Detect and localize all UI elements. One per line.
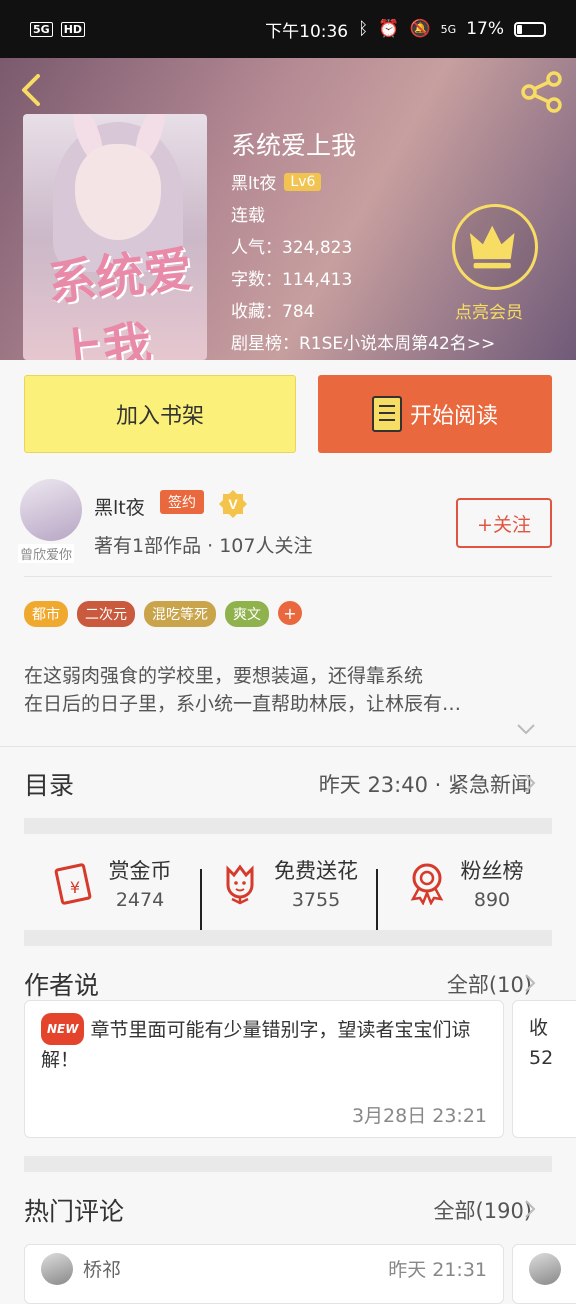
stat-value: 890 <box>473 889 511 911</box>
flower-icon <box>226 864 254 905</box>
alarm-icon: ⏰ <box>378 19 400 39</box>
back-arrow-icon[interactable] <box>16 74 48 106</box>
new-badge: NEW <box>41 1013 85 1045</box>
status-bar: 5G HD 下午10:36 ᛒ ⏰ 🔕 5G 17% <box>0 0 576 58</box>
book-author-row: 黑lt夜 Lv6 <box>231 169 322 194</box>
author-post-body: NEW 章节里面可能有少量错别字，望读者宝宝们谅解！ <box>41 1013 487 1075</box>
share-icon[interactable] <box>520 70 564 114</box>
description-line: 在日后的日子里，系小统一直帮助林辰，让林辰有… <box>24 693 462 715</box>
author-post-time: 3月28日 23:21 <box>351 1105 487 1127</box>
book-favorites: 收藏：784 <box>231 302 315 322</box>
hd-indicator: HD <box>60 21 86 37</box>
author-says-title: 作者说 <box>24 971 100 1000</box>
vip-label[interactable]: 点亮会员 <box>455 298 523 323</box>
comment-card[interactable]: 桥祁 昨天 21:31 <box>24 1244 504 1304</box>
stats-row: ¥ 赏金币 2474 免费送花 3755 粉丝榜 890 <box>24 836 552 931</box>
vip-button[interactable] <box>452 204 538 290</box>
hot-comments-all-link[interactable]: 全部(190) <box>434 1195 532 1225</box>
book-rank-link[interactable]: 剧星榜：R1SE小说本周第42名>> <box>231 329 495 354</box>
commenter-avatar[interactable] <box>41 1253 73 1285</box>
start-reading-button[interactable]: 开始阅读 <box>318 375 552 453</box>
bluetooth-icon: ᛒ <box>358 19 369 39</box>
book-title: 系统爱上我 <box>231 131 357 160</box>
book-cover[interactable]: 系统爱上我 <box>23 114 207 360</box>
fan-ranking-item[interactable]: 粉丝榜 890 <box>376 855 552 931</box>
tag-chip[interactable]: 混吃等死 <box>144 601 216 627</box>
cover-face <box>75 144 161 240</box>
section-spacer <box>24 1156 552 1172</box>
toc-title[interactable]: 目录 <box>24 766 74 802</box>
section-spacer <box>24 930 552 946</box>
book-status: 连载 <box>231 206 265 226</box>
5g-signal-icon: 5G <box>440 22 457 36</box>
svg-text:¥: ¥ <box>69 878 79 897</box>
svg-text:V: V <box>228 496 238 512</box>
toc-latest-chapter[interactable]: 昨天 23:40 · 紧急新闻 <box>319 769 532 799</box>
clock: 下午10:36 <box>265 21 349 42</box>
description-line: 在这弱肉强食的学校里，要想装逼，还得靠系统 <box>24 665 424 687</box>
divider <box>24 576 552 577</box>
book-word-count: 字数：114,413 <box>231 270 353 290</box>
peek-line: 收 <box>529 1017 549 1039</box>
book-description[interactable]: 在这弱肉强食的学校里，要想装逼，还得靠系统 在日后的日子里，系小统一直帮助林辰，… <box>24 662 556 718</box>
author-post-peek: 收 52 <box>529 1013 553 1073</box>
author-card: 曾欣爱你 黑lt夜 签约 V 著有1部作品 · 107人关注 +关注 <box>0 476 576 576</box>
book-popularity: 人气：324,823 <box>231 238 353 258</box>
comment-card[interactable] <box>512 1244 576 1304</box>
battery-icon <box>514 21 546 37</box>
author-avatar[interactable] <box>20 479 82 541</box>
commenter-avatar[interactable] <box>529 1253 561 1285</box>
tag-chip[interactable]: 爽文 <box>225 601 269 627</box>
follow-button[interactable]: +关注 <box>456 498 552 548</box>
author-stats: 著有1部作品 · 107人关注 <box>94 535 313 557</box>
commenter-name[interactable]: 桥祁 <box>83 1255 121 1282</box>
hot-comments-title: 热门评论 <box>24 1197 125 1226</box>
section-spacer <box>24 818 552 834</box>
reward-coins-item[interactable]: ¥ 赏金币 2474 <box>24 855 200 911</box>
battery-percent: 17% <box>466 19 504 39</box>
chevron-right-icon[interactable] <box>524 973 536 993</box>
cover-title-art: 系统爱上我 <box>45 241 195 360</box>
add-to-shelf-button[interactable]: 加入书架 <box>24 375 296 453</box>
author-post-text: 章节里面可能有少量错别字，望读者宝宝们谅解！ <box>41 1019 471 1071</box>
medal-icon <box>410 863 443 905</box>
avatar-caption: 曾欣爱你 <box>18 544 75 563</box>
free-flower-item[interactable]: 免费送花 3755 <box>200 855 376 931</box>
crown-icon <box>469 225 515 269</box>
signed-badge: 签约 <box>160 490 204 514</box>
add-tag-button[interactable]: + <box>278 601 302 625</box>
stat-value: 3755 <box>291 889 341 911</box>
verified-v-icon: V <box>219 490 247 518</box>
divider <box>0 746 576 747</box>
stat-value: 2474 <box>115 889 165 911</box>
stat-label: 免费送花 <box>274 859 358 883</box>
tag-chip[interactable]: 二次元 <box>77 601 135 627</box>
author-says-all-link[interactable]: 全部(10) <box>447 969 532 999</box>
book-icon <box>371 396 402 432</box>
stat-label: 粉丝榜 <box>460 859 524 883</box>
book-author[interactable]: 黑lt夜 <box>231 169 276 194</box>
author-name[interactable]: 黑lt夜 <box>94 493 145 520</box>
red-envelope-icon: ¥ <box>54 863 91 905</box>
tag-chip[interactable]: 都市 <box>24 601 68 627</box>
expand-chevron-icon[interactable] <box>516 722 536 736</box>
author-post-card[interactable]: NEW 章节里面可能有少量错别字，望读者宝宝们谅解！ 3月28日 23:21 <box>24 1000 504 1138</box>
comment-time: 昨天 21:31 <box>388 1259 487 1281</box>
chevron-right-icon[interactable] <box>524 773 536 793</box>
tag-list: 都市 二次元 混吃等死 爽文 + <box>24 601 302 627</box>
book-header: 系统爱上我 系统爱上我 黑lt夜 Lv6 连载 人气：324,823 字数：11… <box>0 58 576 360</box>
start-reading-label: 开始阅读 <box>409 404 498 429</box>
author-post-card[interactable]: 收 52 <box>512 1000 576 1138</box>
network-indicator: 5G <box>30 21 53 37</box>
mute-icon: 🔕 <box>409 19 431 39</box>
peek-line: 52 <box>529 1047 554 1069</box>
chevron-right-icon[interactable] <box>524 1199 536 1219</box>
level-badge: Lv6 <box>284 172 322 191</box>
stat-label: 赏金币 <box>108 859 172 883</box>
